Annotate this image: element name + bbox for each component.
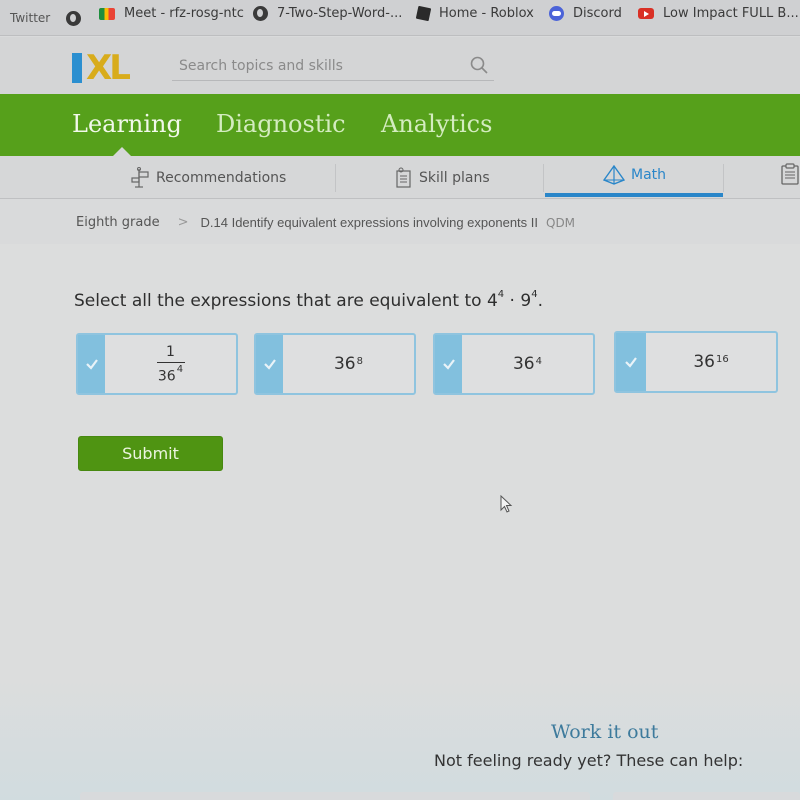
question-prompt: Select all the expressions that are equi… bbox=[74, 289, 543, 311]
choice-content: 36 8 bbox=[283, 335, 414, 393]
bookmark-label: Home - Roblox bbox=[439, 6, 534, 21]
subtab-label: Skill plans bbox=[419, 170, 490, 186]
exponent: 4 bbox=[535, 355, 542, 367]
base: 4 bbox=[486, 291, 498, 311]
breadcrumb-grade[interactable]: Eighth grade bbox=[76, 215, 160, 230]
tab-analytics[interactable]: Analytics bbox=[381, 110, 492, 138]
subtab-skill-plans[interactable]: Skill plans bbox=[395, 164, 490, 192]
divider bbox=[335, 164, 336, 192]
answer-choice-1[interactable]: 1 364 bbox=[76, 333, 238, 395]
breadcrumb-skill: D.14 Identify equivalent expressions inv… bbox=[200, 215, 538, 230]
bookmark-label: Meet - rfz-rosg-ntc bbox=[124, 6, 244, 21]
base: 36 bbox=[157, 368, 176, 385]
logo-xl-text: XL bbox=[86, 48, 131, 88]
bookmark-youtube[interactable]: Low Impact FULL B... bbox=[638, 6, 799, 21]
fraction: 1 364 bbox=[156, 343, 185, 385]
bookmark-label: Twitter bbox=[10, 11, 51, 25]
logo-i-bar bbox=[72, 53, 82, 83]
answer-choice-4[interactable]: 36 16 bbox=[614, 331, 778, 393]
search-input[interactable] bbox=[172, 57, 452, 74]
submit-button[interactable]: Submit bbox=[78, 436, 223, 471]
bookmark-roblox[interactable]: Home - Roblox bbox=[415, 5, 534, 22]
base: 36 bbox=[512, 354, 535, 374]
ixl-logo[interactable]: XL bbox=[72, 48, 131, 88]
period: . bbox=[537, 291, 543, 311]
tab-diagnostic[interactable]: Diagnostic bbox=[216, 110, 346, 138]
divider bbox=[723, 164, 724, 192]
google-meet-icon bbox=[99, 7, 115, 20]
multiply-dot: · bbox=[509, 291, 515, 311]
work-it-out-heading: Work it out bbox=[551, 721, 659, 743]
bookmark-two-step-word[interactable]: 7-Two-Step-Word-... bbox=[253, 6, 402, 21]
selected-check bbox=[435, 335, 462, 393]
main-content bbox=[0, 244, 800, 800]
check-icon bbox=[442, 359, 455, 370]
checklist-icon bbox=[396, 167, 411, 188]
check-icon bbox=[263, 359, 276, 370]
subtab-label: Math bbox=[631, 167, 667, 183]
bookmark-globe[interactable] bbox=[66, 11, 90, 26]
bookmark-label: 7-Two-Step-Word-... bbox=[277, 6, 403, 21]
selected-check bbox=[78, 335, 105, 393]
tab-learning[interactable]: Learning bbox=[72, 110, 182, 138]
check-icon bbox=[85, 359, 98, 370]
search-icon[interactable] bbox=[470, 56, 488, 74]
answer-choice-2[interactable]: 36 8 bbox=[254, 333, 416, 395]
bookmarks-bar: Twitter Meet - rfz-rosg-ntc 7-Two-Step-W… bbox=[0, 0, 800, 36]
base: 36 bbox=[693, 352, 715, 372]
active-subtab-underline bbox=[545, 193, 723, 197]
denominator: 364 bbox=[157, 363, 184, 385]
exponent: 4 bbox=[176, 363, 184, 375]
search-box bbox=[172, 51, 494, 81]
choice-content: 36 4 bbox=[462, 335, 593, 393]
exponent: 4 bbox=[531, 289, 538, 301]
breadcrumb-separator: > bbox=[177, 215, 189, 230]
question-text: Select all the expressions that are equi… bbox=[74, 291, 482, 311]
skill-code: QDM bbox=[546, 215, 576, 230]
numerator: 1 bbox=[166, 343, 175, 360]
help-card-left[interactable] bbox=[80, 792, 590, 800]
question-expression: 44 · 94. bbox=[486, 289, 543, 311]
main-nav: Learning Diagnostic Analytics bbox=[0, 94, 800, 156]
bookmark-discord[interactable]: Discord bbox=[549, 6, 622, 21]
clipboard-icon[interactable] bbox=[780, 163, 800, 185]
exponent: 8 bbox=[356, 355, 363, 367]
bookmark-twitter[interactable]: Twitter bbox=[10, 11, 50, 25]
selected-check bbox=[256, 335, 283, 393]
bookmark-meet[interactable]: Meet - rfz-rosg-ntc bbox=[99, 6, 244, 21]
bookmark-label: Discord bbox=[573, 6, 622, 21]
site-header: XL bbox=[0, 37, 800, 94]
help-subtitle: Not feeling ready yet? These can help: bbox=[434, 751, 744, 770]
check-icon bbox=[625, 357, 637, 368]
globe-icon bbox=[66, 11, 81, 26]
subtab-recommendations[interactable]: Recommendations bbox=[130, 164, 286, 192]
pyramid-icon bbox=[603, 165, 625, 185]
youtube-icon bbox=[638, 8, 654, 19]
globe-icon bbox=[253, 6, 268, 21]
choice-content: 36 16 bbox=[646, 333, 776, 391]
mouse-cursor-icon bbox=[500, 495, 513, 513]
active-tab-indicator bbox=[113, 147, 131, 156]
answer-choice-3[interactable]: 36 4 bbox=[433, 333, 595, 395]
bookmark-label: Low Impact FULL B... bbox=[663, 6, 799, 21]
fraction-bar bbox=[156, 361, 185, 363]
subtab-label: Recommendations bbox=[156, 170, 287, 186]
exponent: 16 bbox=[715, 353, 729, 365]
base: 36 bbox=[333, 354, 356, 374]
base: 9 bbox=[520, 291, 532, 311]
breadcrumb: Eighth grade > D.14 Identify equivalent … bbox=[76, 215, 575, 230]
exponent: 4 bbox=[497, 289, 505, 301]
choice-content: 1 364 bbox=[105, 335, 236, 393]
signpost-icon bbox=[131, 167, 149, 188]
discord-icon bbox=[549, 6, 564, 21]
subtab-math[interactable]: Math bbox=[603, 161, 666, 189]
roblox-icon bbox=[415, 5, 432, 22]
help-card-right[interactable] bbox=[613, 792, 800, 800]
selected-check bbox=[616, 333, 646, 391]
divider bbox=[543, 164, 544, 192]
